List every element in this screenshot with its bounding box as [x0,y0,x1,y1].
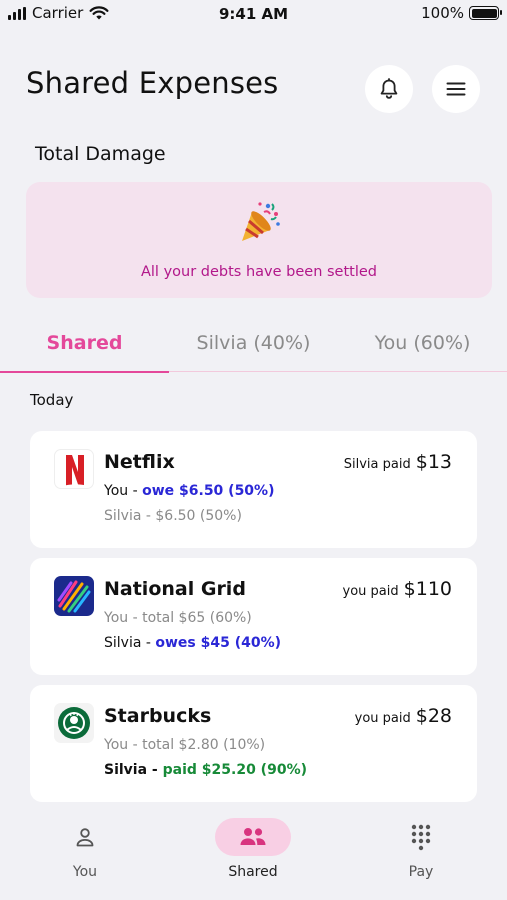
paid-amount: $28 [415,705,452,727]
expense-card-netflix[interactable]: Netflix Silvia paid $13 You - owe $6.50 … [30,431,477,548]
filter-tabs: Shared Silvia (40%) You (60%) [0,324,507,373]
hamburger-menu-icon [446,82,466,96]
nav-icon-container [215,818,291,856]
share-line-you: You - owe $6.50 (50%) [104,483,274,499]
nav-label: You [72,864,98,880]
nav-label: Pay [408,864,434,880]
share-value: total $65 (60%) [142,610,252,626]
battery-icon [469,6,502,20]
day-label: Today [30,391,74,409]
nav-label: Shared [228,864,278,880]
share-value: total $2.80 (10%) [142,737,266,753]
settled-message: All your debts have been settled [140,264,377,280]
payer-label: Silvia paid [343,457,411,472]
tab-you[interactable]: You (60%) [338,324,507,372]
share-value: $6.50 (50%) [155,508,242,524]
starbucks-logo-icon [54,703,94,743]
status-right: 100% [421,4,502,22]
expense-card-national-grid[interactable]: National Grid you paid $110 You - total … [30,558,477,675]
paid-info: you paid $28 [355,705,452,727]
nav-item-pay[interactable]: Pay [381,818,461,880]
keypad-icon [411,824,431,851]
status-bar: Carrier 9:41 AM 100% [0,0,507,28]
share-value: paid $25.20 (90%) [162,762,307,778]
share-line-silvia: Silvia - owes $45 (40%) [104,635,281,651]
share-line-you: You - total $2.80 (10%) [104,737,265,753]
nav-item-you[interactable]: You [45,818,125,880]
share-prefix: You - [104,737,143,753]
netflix-logo-icon [54,449,94,489]
nav-icon-container [47,818,123,856]
bottom-nav: You Shared Pay [0,808,507,900]
paid-amount: $110 [403,578,452,600]
national-grid-logo-icon [54,576,94,616]
tab-silvia[interactable]: Silvia (40%) [169,324,338,372]
share-prefix: You - [104,610,143,626]
paid-info: you paid $110 [343,578,452,600]
share-prefix: Silvia - [104,508,156,524]
menu-button[interactable] [432,65,480,113]
share-line-silvia: Silvia - paid $25.20 (90%) [104,762,307,778]
bell-icon [380,78,398,99]
paid-info: Silvia paid $13 [344,451,452,473]
payer-label: you paid [354,711,411,726]
person-icon [76,828,94,847]
page-title: Shared Expenses [26,66,279,100]
group-icon [240,828,266,845]
nav-item-shared[interactable]: Shared [213,818,293,880]
share-prefix: You - [104,483,143,499]
share-prefix: Silvia - [104,762,163,778]
payer-label: you paid [342,584,399,599]
battery-percent: 100% [421,4,464,22]
share-prefix: Silvia - [104,635,156,651]
share-line-you: You - total $65 (60%) [104,610,252,626]
share-value: owe $6.50 (50%) [142,483,275,499]
notifications-button[interactable] [365,65,413,113]
total-label: Total Damage [35,143,166,165]
merchant-name: Netflix [104,451,175,473]
party-popper-icon [242,202,280,241]
share-value: owes $45 (40%) [155,635,282,651]
tab-shared[interactable]: Shared [0,324,169,373]
share-line-silvia: Silvia - $6.50 (50%) [104,508,242,524]
expense-card-starbucks[interactable]: Starbucks you paid $28 You - total $2.80… [30,685,477,802]
merchant-name: National Grid [104,578,246,600]
paid-amount: $13 [415,451,452,473]
nav-icon-container [383,818,459,856]
merchant-name: Starbucks [104,705,212,727]
settled-banner: All your debts have been settled [26,182,492,298]
